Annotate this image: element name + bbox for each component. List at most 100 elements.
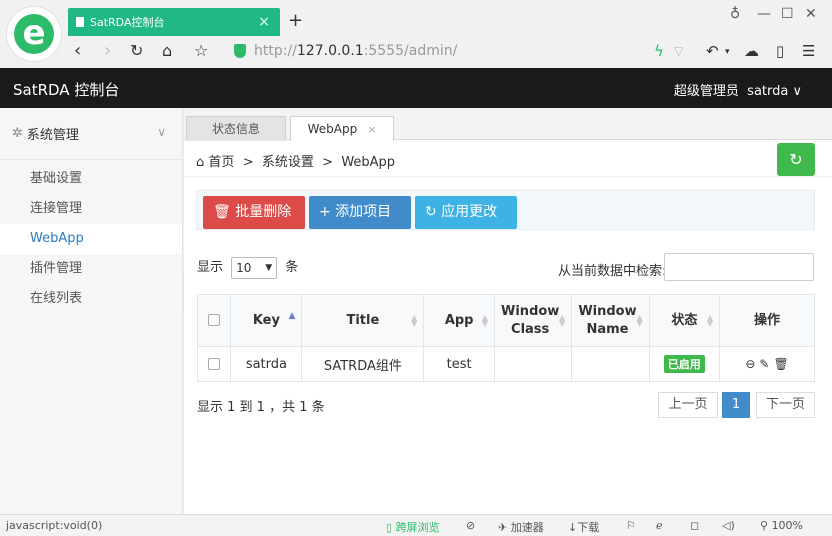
forward-icon[interactable]: › xyxy=(104,40,111,61)
cloud-icon[interactable]: ☁ xyxy=(744,42,759,60)
reload-icon[interactable]: ↻ xyxy=(130,41,143,60)
search-input[interactable] xyxy=(664,253,814,281)
accelerator-button[interactable]: ✈ 加速器 xyxy=(498,519,544,535)
cross-screen-button[interactable]: ▯ 跨屏浏览 xyxy=(386,519,440,535)
sidebar-item-webapp[interactable]: WebApp xyxy=(0,224,182,254)
chevron-down-icon: ∨ xyxy=(792,84,802,99)
refresh-icon: ↻ xyxy=(789,150,803,169)
refresh-icon: ↻ xyxy=(425,204,437,220)
select-all-checkbox[interactable] xyxy=(208,314,221,326)
col-key[interactable]: Key ▲ xyxy=(230,294,303,347)
download-button[interactable]: ↓下载 xyxy=(568,519,599,535)
col-app[interactable]: App ▲ ▼ xyxy=(423,294,496,347)
table-row: satrda SATRDA组件 test 已启用 ⊖ ✎ 🗑 xyxy=(196,346,815,382)
table-info: 显示 1 到 1 ，共 1 条 xyxy=(197,400,325,415)
page-length-value: 10 xyxy=(236,260,252,275)
url-scheme: http:// xyxy=(254,43,297,59)
phone-icon[interactable]: ▯ xyxy=(776,42,784,60)
col-window-class[interactable]: Window Class ▲ ▼ xyxy=(494,294,573,347)
tab-close-icon[interactable]: × xyxy=(258,14,270,30)
next-page-button[interactable]: 下一页 xyxy=(756,392,815,418)
breadcrumb-current: WebApp xyxy=(341,155,396,170)
zoom-control[interactable]: ⚲ 100% xyxy=(760,519,803,532)
table-header-row: Key ▲ Title ▲ ▼ App ▲ ▼ Window Class ▲ ▼ Window… xyxy=(196,294,815,347)
tab-close-icon[interactable]: × xyxy=(367,123,376,136)
status-badge: 已启用 xyxy=(663,355,705,373)
app-header: SatRDA 控制台 超级管理员 satrda ∨ xyxy=(0,68,832,108)
cell-window-class xyxy=(494,346,573,382)
col-window-name[interactable]: Window Name ▲ ▼ xyxy=(571,294,650,347)
webapp-table: Key ▲ Title ▲ ▼ App ▲ ▼ Window Class ▲ ▼ Window… xyxy=(196,294,815,382)
sidebar-item-connection[interactable]: 连接管理 xyxy=(0,194,182,224)
page-length-control: 显示 10 ▼ 条 xyxy=(197,256,298,279)
sort-icon: ▲ ▼ xyxy=(411,313,418,328)
ie-icon[interactable]: ℯ xyxy=(656,519,663,532)
breadcrumb-sep: > xyxy=(322,155,334,170)
star-icon[interactable]: ☆ xyxy=(194,41,208,60)
new-tab-button[interactable]: + xyxy=(288,10,303,31)
disable-icon[interactable]: ⊖ xyxy=(745,357,755,371)
breadcrumb-level1[interactable]: 系统设置 xyxy=(262,155,314,170)
col-actions: 操作 xyxy=(719,294,815,347)
col-title-label: Title xyxy=(346,312,380,328)
status-url: javascript:void(0) xyxy=(6,519,103,532)
col-window-name-label: Window Name xyxy=(578,303,637,337)
batch-delete-button[interactable]: 🗑 批量删除 xyxy=(203,196,305,229)
address-input[interactable]: http://127.0.0.1:5555/admin/ xyxy=(254,43,457,59)
speaker-icon[interactable]: ◁) xyxy=(722,519,735,532)
minimize-icon[interactable]: — xyxy=(757,6,771,22)
sidebar-item-plugins[interactable]: 插件管理 xyxy=(0,254,182,284)
clock-icon[interactable]: ⊘ xyxy=(466,519,475,532)
user-menu[interactable]: 超级管理员 satrda ∨ xyxy=(674,80,802,99)
page-length-select[interactable]: 10 ▼ xyxy=(231,256,278,279)
screen-icon: ▯ xyxy=(386,521,393,534)
sidebar-group-system[interactable]: ✲ 系统管理 ∨ xyxy=(0,108,182,160)
caret-icon[interactable]: ▾ xyxy=(725,47,730,57)
main-content: 状态信息 WebApp × ⌂ 首页 > 系统设置 > WebApp ↻ 🗑 批量… xyxy=(184,108,832,514)
select-all-cell xyxy=(196,294,232,347)
tab-label: WebApp xyxy=(307,122,358,136)
chevron-down-icon[interactable]: ▽ xyxy=(674,44,683,58)
trash-icon[interactable]: 🗑 xyxy=(773,357,788,371)
tab-webapp[interactable]: WebApp × xyxy=(290,116,394,141)
breadcrumb-home[interactable]: 首页 xyxy=(208,155,234,170)
browser-logo[interactable]: e xyxy=(6,6,62,62)
apply-changes-label: 应用更改 xyxy=(441,204,498,220)
home-icon: ⌂ xyxy=(196,155,205,170)
refresh-button[interactable]: ↻ xyxy=(777,143,815,176)
tab-status-info[interactable]: 状态信息 xyxy=(186,116,286,141)
col-status[interactable]: 状态 ▲ ▼ xyxy=(648,294,721,347)
sidebar-item-basic[interactable]: 基础设置 xyxy=(0,164,182,194)
undo-icon[interactable]: ↶ xyxy=(706,42,719,60)
cell-key: satrda xyxy=(230,346,303,382)
edit-icon[interactable]: ✎ xyxy=(759,357,769,371)
add-item-button[interactable]: + 添加项目 xyxy=(309,196,411,229)
browser-status-bar: javascript:void(0) ▯ 跨屏浏览 ⊘ ✈ 加速器 ↓下载 ⚐ … xyxy=(0,514,832,536)
back-icon[interactable]: ‹ xyxy=(74,40,81,61)
download-icon: ↓ xyxy=(568,521,578,534)
col-title[interactable]: Title ▲ ▼ xyxy=(301,294,425,347)
url-path: :5555/admin/ xyxy=(363,43,458,59)
address-bar-row: ‹ › ↻ ⌂ ☆ http://127.0.0.1:5555/admin/ ϟ… xyxy=(68,38,832,68)
cross-screen-label: 跨屏浏览 xyxy=(395,521,440,534)
browser-tab[interactable]: SatRDA控制台 × xyxy=(68,8,280,36)
menu-icon[interactable]: ☰ xyxy=(802,42,815,60)
flag-icon[interactable]: ⚐ xyxy=(626,519,636,532)
app-title: SatRDA 控制台 xyxy=(13,81,120,99)
current-page-button[interactable]: 1 xyxy=(722,392,750,418)
skin-icon[interactable]: ♁ xyxy=(730,6,740,22)
maximize-icon[interactable]: ☐ xyxy=(781,6,794,22)
lightning-icon[interactable]: ϟ xyxy=(654,42,664,60)
row-checkbox[interactable] xyxy=(208,358,221,370)
row-select-cell xyxy=(196,346,232,382)
home-icon[interactable]: ⌂ xyxy=(162,41,172,60)
length-suffix: 条 xyxy=(285,260,299,275)
prev-page-button[interactable]: 上一页 xyxy=(658,392,718,418)
action-toolbar: 🗑 批量删除 + 添加项目 ↻ 应用更改 xyxy=(196,190,815,230)
sidebar-group-label: 系统管理 xyxy=(26,128,79,143)
window-icon[interactable]: ◻ xyxy=(690,519,699,532)
sidebar: ✲ 系统管理 ∨ 基础设置 连接管理 WebApp 插件管理 在线列表 xyxy=(0,108,183,514)
apply-changes-button[interactable]: ↻ 应用更改 xyxy=(415,196,517,229)
sidebar-item-online[interactable]: 在线列表 xyxy=(0,284,182,314)
close-window-icon[interactable]: ✕ xyxy=(805,6,817,22)
